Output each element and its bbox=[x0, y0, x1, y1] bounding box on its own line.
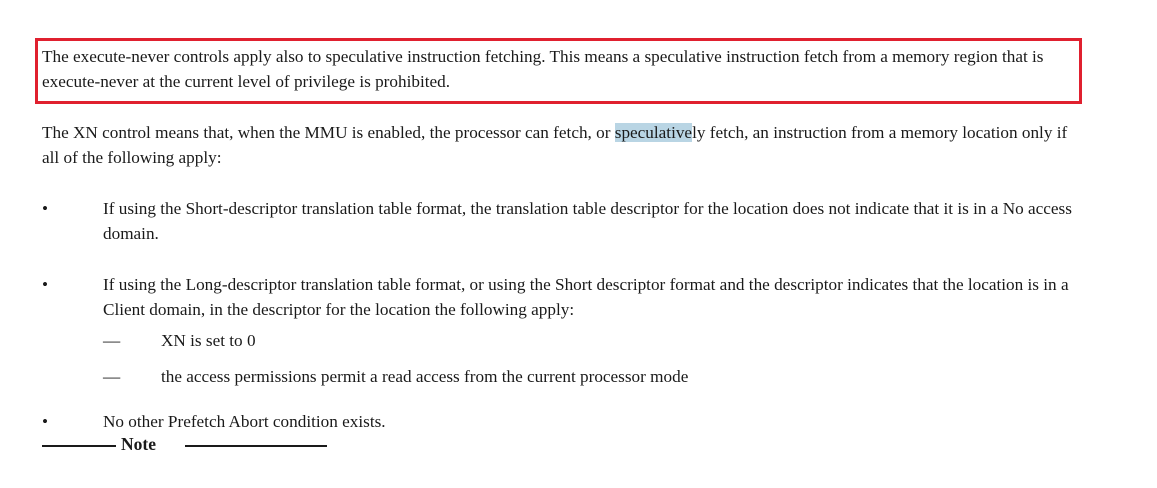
bullet-item-long-descriptor: If using the Long-descriptor translation… bbox=[103, 275, 1069, 319]
bullet-marker: • bbox=[42, 199, 49, 218]
highlighted-paragraph: The execute-never controls apply also to… bbox=[42, 47, 1044, 91]
dash-marker: — bbox=[103, 367, 121, 386]
bullet-item-no-prefetch-abort: No other Prefetch Abort condition exists… bbox=[103, 412, 386, 431]
note-rule-left bbox=[42, 445, 116, 447]
dash-marker: — bbox=[103, 331, 121, 350]
xn-control-paragraph[interactable]: The XN control means that, when the MMU … bbox=[42, 120, 1082, 170]
selected-text[interactable]: speculative bbox=[614, 123, 693, 142]
bullet-marker: • bbox=[42, 275, 49, 294]
paragraph-text-before-selection: The XN control means that, when the MMU … bbox=[42, 123, 615, 142]
document-page: The execute-never controls apply also to… bbox=[0, 0, 1157, 488]
bullet-item-short-descriptor: If using the Short-descriptor translatio… bbox=[103, 199, 1072, 243]
note-rule-right bbox=[185, 445, 327, 447]
note-heading: Note bbox=[121, 434, 156, 454]
bullet-marker: • bbox=[42, 412, 49, 431]
subitem-access-permissions: the access permissions permit a read acc… bbox=[161, 367, 689, 386]
subitem-xn-set: XN is set to 0 bbox=[161, 331, 256, 350]
